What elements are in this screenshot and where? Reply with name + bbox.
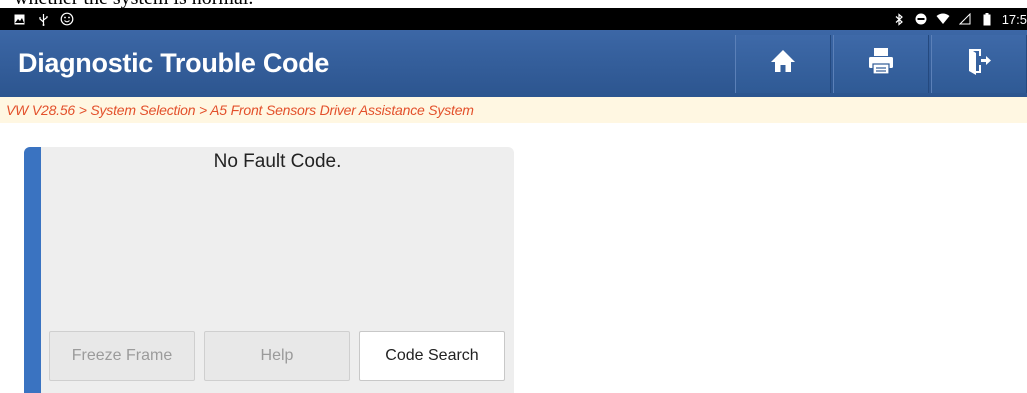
exit-button[interactable] xyxy=(931,34,1027,93)
panel-accent-bar xyxy=(24,147,41,393)
help-button[interactable]: Help xyxy=(204,331,350,381)
signal-icon xyxy=(958,12,972,26)
caption-text: whether the system is normal. xyxy=(14,0,253,8)
code-search-button[interactable]: Code Search xyxy=(359,331,505,381)
printer-icon xyxy=(868,47,894,80)
bluetooth-icon xyxy=(892,12,906,26)
freeze-frame-button[interactable]: Freeze Frame xyxy=(49,331,195,381)
battery-icon xyxy=(980,12,994,26)
fault-code-message: No Fault Code. xyxy=(213,151,342,172)
usb-icon xyxy=(36,12,50,26)
status-time: 17:5 xyxy=(1001,11,1027,27)
document-caption: whether the system is normal. xyxy=(0,0,1027,8)
dtc-result-panel: No Fault Code. Freeze Frame Help Code Se… xyxy=(24,147,514,393)
do-not-disturb-icon xyxy=(914,12,928,26)
print-button[interactable] xyxy=(833,34,929,93)
app-header: Diagnostic Trouble Code xyxy=(0,30,1027,97)
home-icon xyxy=(770,48,796,79)
page-title: Diagnostic Trouble Code xyxy=(18,48,330,78)
home-button[interactable] xyxy=(735,34,831,93)
exit-door-icon xyxy=(967,47,991,80)
wifi-icon xyxy=(936,12,950,26)
status-bar: 17:5 xyxy=(0,8,1027,30)
face-icon xyxy=(60,12,74,26)
breadcrumb: VW V28.56 > System Selection > A5 Front … xyxy=(0,97,1027,123)
gallery-icon xyxy=(12,12,26,26)
